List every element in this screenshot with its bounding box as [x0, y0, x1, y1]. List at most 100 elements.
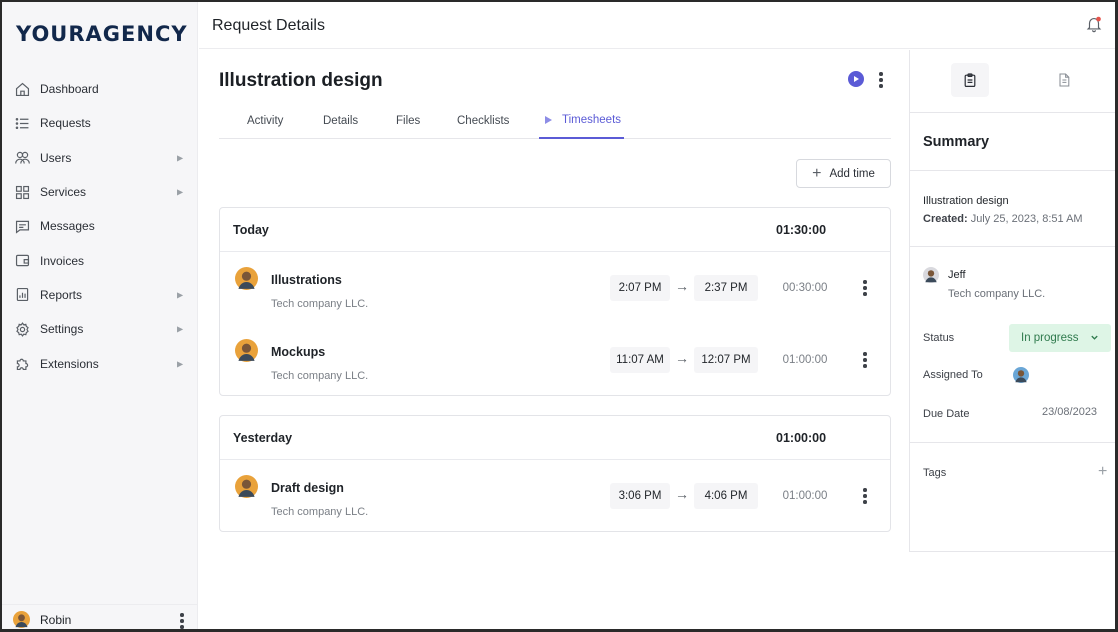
tab-document[interactable]: [1045, 63, 1083, 97]
sidebar-item-messages[interactable]: Messages: [2, 209, 198, 243]
add-tag-icon[interactable]: +: [1098, 464, 1107, 480]
status-dropdown[interactable]: In progress: [1009, 324, 1111, 352]
entry-duration: 01:00:00: [782, 490, 828, 502]
document-icon: [1059, 73, 1070, 87]
entry-name: Draft design: [271, 481, 344, 495]
end-time[interactable]: 4:06 PM: [694, 483, 758, 509]
entry-name: Illustrations: [271, 273, 342, 287]
avatar: [235, 267, 258, 290]
request-title: Illustration design: [219, 70, 383, 91]
sidebar-item-invoices[interactable]: Invoices: [2, 243, 198, 277]
plus-icon: +: [812, 164, 822, 182]
day-label: Today: [233, 223, 269, 237]
add-time-button[interactable]: + Add time: [796, 159, 891, 188]
sidebar-item-label: Invoices: [40, 253, 85, 268]
status-label: Status: [923, 332, 955, 344]
panel-tabs: [910, 50, 1115, 113]
start-time[interactable]: 2:07 PM: [610, 275, 670, 301]
end-time[interactable]: 12:07 PM: [694, 347, 758, 373]
created-row: Created: July 25, 2023, 8:51 AM: [923, 213, 1083, 225]
chevron-right-icon: ▶: [177, 187, 184, 197]
chevron-right-icon: ▶: [177, 359, 184, 369]
entry-menu-kebab-icon[interactable]: [859, 279, 871, 297]
user-name: Robin: [40, 612, 72, 627]
tab-details[interactable]: Details: [323, 102, 358, 139]
entry-duration: 01:00:00: [782, 354, 828, 366]
tab-checklists[interactable]: Checklists: [457, 102, 509, 139]
sidebar-item-label: Settings: [40, 322, 84, 337]
day-header: Yesterday 01:00:00: [220, 416, 890, 460]
puzzle-icon: [13, 355, 31, 373]
arrow-right-icon: →: [675, 350, 689, 366]
bell-icon[interactable]: [1085, 15, 1103, 33]
add-time-label: Add time: [829, 167, 875, 180]
sidebar: YOURAGENCY Dashboard Requests Users ▶ Se…: [2, 2, 198, 629]
entry-menu-kebab-icon[interactable]: [859, 351, 871, 369]
time-entry[interactable]: Mockups Tech company LLC. 11:07 AM → 12:…: [220, 324, 890, 396]
day-total: 01:30:00: [776, 223, 827, 237]
time-entry[interactable]: Draft design Tech company LLC. 3:06 PM →…: [220, 460, 890, 532]
assignee-avatar[interactable]: [1013, 367, 1029, 383]
chevron-right-icon: ▶: [177, 153, 184, 163]
sidebar-item-services[interactable]: Services ▶: [2, 175, 198, 209]
summary-request-name: Illustration design: [923, 195, 1009, 207]
divider: [910, 170, 1115, 171]
status-value: In progress: [1021, 332, 1079, 344]
home-icon: [13, 80, 31, 98]
request-menu-kebab-icon[interactable]: [874, 71, 888, 89]
tab-label: Timesheets: [562, 113, 622, 126]
sidebar-item-label: Users: [40, 150, 72, 165]
chevron-down-icon: [1091, 335, 1098, 340]
sidebar-item-label: Dashboard: [40, 82, 99, 97]
page-title: Request Details: [212, 17, 325, 34]
avatar: [235, 339, 258, 362]
sidebar-item-requests[interactable]: Requests: [2, 106, 198, 140]
sidebar-item-dashboard[interactable]: Dashboard: [2, 72, 198, 106]
divider: [910, 246, 1115, 247]
tab-files[interactable]: Files: [396, 102, 420, 139]
clipboard-icon: [964, 73, 976, 87]
current-user[interactable]: Robin: [2, 604, 198, 629]
end-time[interactable]: 2:37 PM: [694, 275, 758, 301]
gear-icon: [13, 320, 31, 338]
day-total: 01:00:00: [776, 431, 827, 445]
start-timer-button[interactable]: [848, 71, 864, 87]
summary-title: Summary: [923, 134, 990, 150]
user-menu-kebab-icon[interactable]: [180, 613, 184, 629]
grid-icon: [13, 183, 31, 201]
users-icon: [13, 149, 31, 167]
sidebar-item-settings[interactable]: Settings ▶: [2, 312, 198, 346]
app-window: YOURAGENCY Dashboard Requests Users ▶ Se…: [0, 0, 1118, 632]
sidebar-item-label: Services: [40, 185, 87, 200]
tab-timesheets[interactable]: Timesheets: [539, 102, 625, 139]
day-header: Today 01:30:00: [220, 208, 890, 252]
tags-label: Tags: [923, 467, 947, 479]
sidebar-item-extensions[interactable]: Extensions ▶: [2, 346, 198, 380]
play-icon: [545, 115, 552, 124]
play-icon: [854, 76, 859, 82]
client-company: Tech company LLC.: [948, 288, 1046, 300]
created-value: July 25, 2023, 8:51 AM: [970, 213, 1083, 225]
entry-name: Mockups: [271, 345, 326, 359]
sidebar-item-reports[interactable]: Reports ▶: [2, 278, 198, 312]
time-entry[interactable]: Illustrations Tech company LLC. 2:07 PM …: [220, 252, 890, 324]
assigned-label: Assigned To: [923, 369, 983, 381]
brand-logo[interactable]: YOURAGENCY: [16, 22, 188, 46]
tab-activity[interactable]: Activity: [247, 102, 283, 139]
timesheet-day-card: Yesterday 01:00:00 Draft design Tech com…: [219, 415, 891, 532]
summary-panel: Summary Illustration design Created: Jul…: [909, 50, 1115, 552]
start-time[interactable]: 11:07 AM: [610, 347, 670, 373]
chat-icon: [13, 217, 31, 235]
chevron-right-icon: ▶: [177, 324, 184, 334]
chevron-right-icon: ▶: [177, 290, 184, 300]
sidebar-item-users[interactable]: Users ▶: [2, 141, 198, 175]
due-date-value[interactable]: 23/08/2023: [1042, 406, 1097, 418]
entry-company: Tech company LLC.: [271, 298, 369, 310]
arrow-right-icon: →: [675, 278, 689, 294]
day-label: Yesterday: [233, 431, 293, 445]
divider: [910, 442, 1115, 443]
tab-summary[interactable]: [951, 63, 989, 97]
start-time[interactable]: 3:06 PM: [610, 483, 670, 509]
top-bar: Request Details: [199, 2, 1115, 49]
entry-menu-kebab-icon[interactable]: [859, 487, 871, 505]
